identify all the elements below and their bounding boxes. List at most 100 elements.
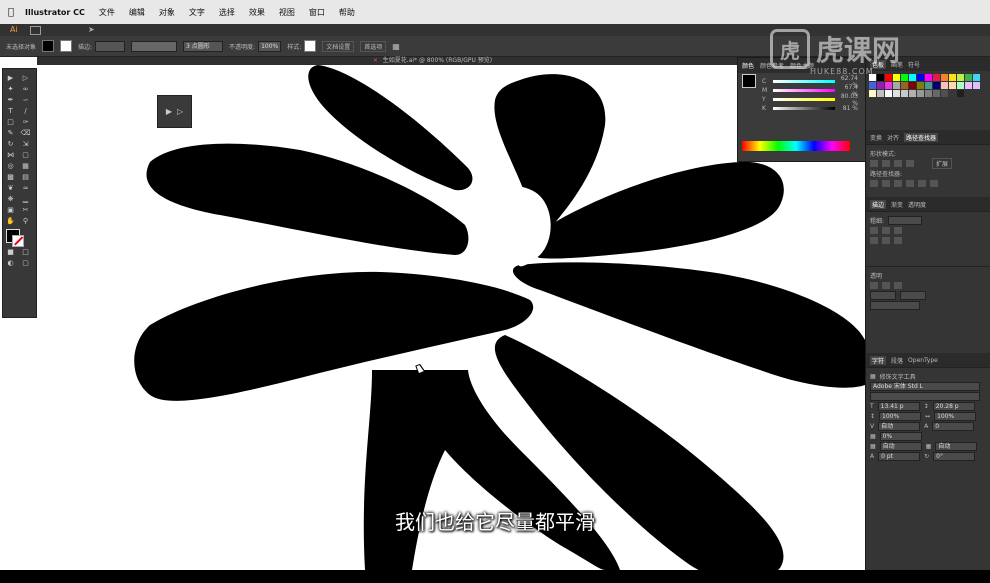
minus-front-icon[interactable] xyxy=(882,159,890,167)
tool-flyout-arrow-icon[interactable]: ▶ xyxy=(166,107,172,116)
swatch[interactable] xyxy=(941,90,948,97)
apple-menu-icon[interactable]:  xyxy=(0,7,18,18)
symbol-sprayer-icon[interactable]: ❋ xyxy=(3,194,18,205)
tab-color[interactable]: 颜色 xyxy=(742,61,754,70)
pen-tool-icon[interactable]: ✒ xyxy=(3,95,18,106)
gap-field[interactable] xyxy=(900,290,926,300)
swatch[interactable] xyxy=(925,90,932,97)
swatch[interactable] xyxy=(957,82,964,89)
none-color-icon[interactable]: □ xyxy=(18,247,33,258)
menu-view[interactable]: 视图 xyxy=(272,7,302,18)
swatch[interactable] xyxy=(965,82,972,89)
unite-icon[interactable] xyxy=(870,159,878,167)
swatch[interactable] xyxy=(877,90,884,97)
menu-object[interactable]: 对象 xyxy=(152,7,182,18)
mesh-tool-icon[interactable]: ▩ xyxy=(3,172,18,183)
swatch[interactable] xyxy=(973,82,980,89)
magic-wand-icon[interactable]: ✦ xyxy=(3,84,18,95)
channel-slider[interactable] xyxy=(773,98,835,101)
swatch[interactable] xyxy=(949,90,956,97)
lasso-icon[interactable]: ∞ xyxy=(18,84,33,95)
channel-value[interactable]: 81 % xyxy=(838,105,858,112)
color-mode-icon[interactable]: ■ xyxy=(3,247,18,258)
arrange-icon[interactable]: ▦ xyxy=(392,42,400,51)
shape-builder-icon[interactable]: ◎ xyxy=(3,161,18,172)
swatch[interactable] xyxy=(933,74,940,81)
aki-left-field[interactable]: 自动 xyxy=(879,441,922,451)
swatch[interactable] xyxy=(949,82,956,89)
tsume-field[interactable]: 0% xyxy=(879,431,922,441)
channel-slider[interactable] xyxy=(773,107,835,110)
tab-gradient[interactable]: 渐变 xyxy=(891,200,903,209)
swatch[interactable] xyxy=(917,74,924,81)
swatch[interactable] xyxy=(893,82,900,89)
baseline-field[interactable]: 0 pt xyxy=(878,451,921,461)
direct-selection-tool-icon[interactable]: ▷ xyxy=(18,73,33,84)
swatch[interactable] xyxy=(957,74,964,81)
leading-field[interactable]: 20.28 p xyxy=(932,401,975,411)
opacity-field[interactable]: 100% xyxy=(258,40,282,52)
swatch[interactable] xyxy=(933,90,940,97)
graph-tool-icon[interactable]: ▁ xyxy=(18,194,33,205)
swatch[interactable] xyxy=(893,74,900,81)
gpu-performance-icon[interactable]: ➤ xyxy=(88,24,95,36)
stroke-none-icon[interactable] xyxy=(12,235,24,247)
merge-icon[interactable] xyxy=(894,179,902,187)
menu-file[interactable]: 文件 xyxy=(92,7,122,18)
swatch[interactable] xyxy=(909,82,916,89)
tracking-field[interactable]: 0 xyxy=(932,421,975,431)
curvature-tool-icon[interactable]: ∽ xyxy=(18,95,33,106)
color-fill-preview[interactable] xyxy=(742,74,756,88)
dash-field[interactable] xyxy=(870,290,896,300)
menu-type[interactable]: 文字 xyxy=(182,7,212,18)
swatch[interactable] xyxy=(869,90,876,97)
weight-field[interactable] xyxy=(888,215,923,225)
tab-align[interactable]: 对齐 xyxy=(887,133,899,142)
eraser-icon[interactable]: ⌫ xyxy=(18,128,33,139)
channel-slider[interactable] xyxy=(773,80,835,83)
preferences-button[interactable]: 首选项 xyxy=(360,40,387,52)
vertical-scale-field[interactable]: 100% xyxy=(879,411,922,421)
menu-edit[interactable]: 编辑 xyxy=(122,7,152,18)
brush-profile-dropdown[interactable]: 3 点圆形 xyxy=(183,40,224,52)
document-setup-button[interactable]: 文档设置 xyxy=(322,40,355,52)
crop-icon[interactable] xyxy=(906,179,914,187)
join-round-icon[interactable] xyxy=(882,236,890,244)
tab-transparency[interactable]: 透明度 xyxy=(908,200,926,209)
menu-window[interactable]: 窗口 xyxy=(302,7,332,18)
join-miter-icon[interactable] xyxy=(870,236,878,244)
petal-left-long[interactable] xyxy=(134,271,534,401)
menu-select[interactable]: 选择 xyxy=(212,7,242,18)
swatch[interactable] xyxy=(925,82,932,89)
swatch[interactable] xyxy=(917,90,924,97)
close-tab-icon[interactable]: ✕ xyxy=(373,57,378,64)
document-tab[interactable]: ✕ 生如夏花.ai* @ 800% (RGB/GPU 预览) xyxy=(0,57,865,65)
stroke-swatch[interactable] xyxy=(60,40,73,52)
channel-k-row[interactable]: K 81 % xyxy=(762,104,866,113)
align-stroke-inside-icon[interactable] xyxy=(882,281,890,289)
align-stroke-center-icon[interactable] xyxy=(870,281,878,289)
swatch[interactable] xyxy=(949,74,956,81)
swatch[interactable] xyxy=(901,74,908,81)
line-tool-icon[interactable]: ∕ xyxy=(18,106,33,117)
rectangle-tool-icon[interactable]: □ xyxy=(3,117,18,128)
app-menu[interactable]: Illustrator CC xyxy=(18,8,92,17)
stroke-weight-field[interactable] xyxy=(95,40,126,52)
font-style-dropdown[interactable] xyxy=(870,391,980,401)
tab-symbols[interactable]: 符号 xyxy=(908,60,920,69)
align-stroke-outside-icon[interactable] xyxy=(894,281,902,289)
swatch[interactable] xyxy=(893,90,900,97)
tab-stroke[interactable]: 描边 xyxy=(870,199,887,209)
scale-tool-icon[interactable]: ⇲ xyxy=(18,139,33,150)
swatch[interactable] xyxy=(877,82,884,89)
swatch[interactable] xyxy=(957,90,964,97)
eyedropper-icon[interactable]: ❦ xyxy=(3,183,18,194)
kerning-field[interactable]: 自动 xyxy=(878,421,921,431)
divide-icon[interactable] xyxy=(870,179,878,187)
expand-button[interactable]: 扩展 xyxy=(932,157,953,169)
rotation-field[interactable]: 0° xyxy=(933,451,976,461)
floating-tool-panel[interactable]: ▶ ▷ xyxy=(157,95,192,128)
cap-butt-icon[interactable] xyxy=(870,226,878,234)
menu-help[interactable]: 帮助 xyxy=(332,7,362,18)
channel-y-row[interactable]: Y 80.03 % xyxy=(762,93,866,107)
